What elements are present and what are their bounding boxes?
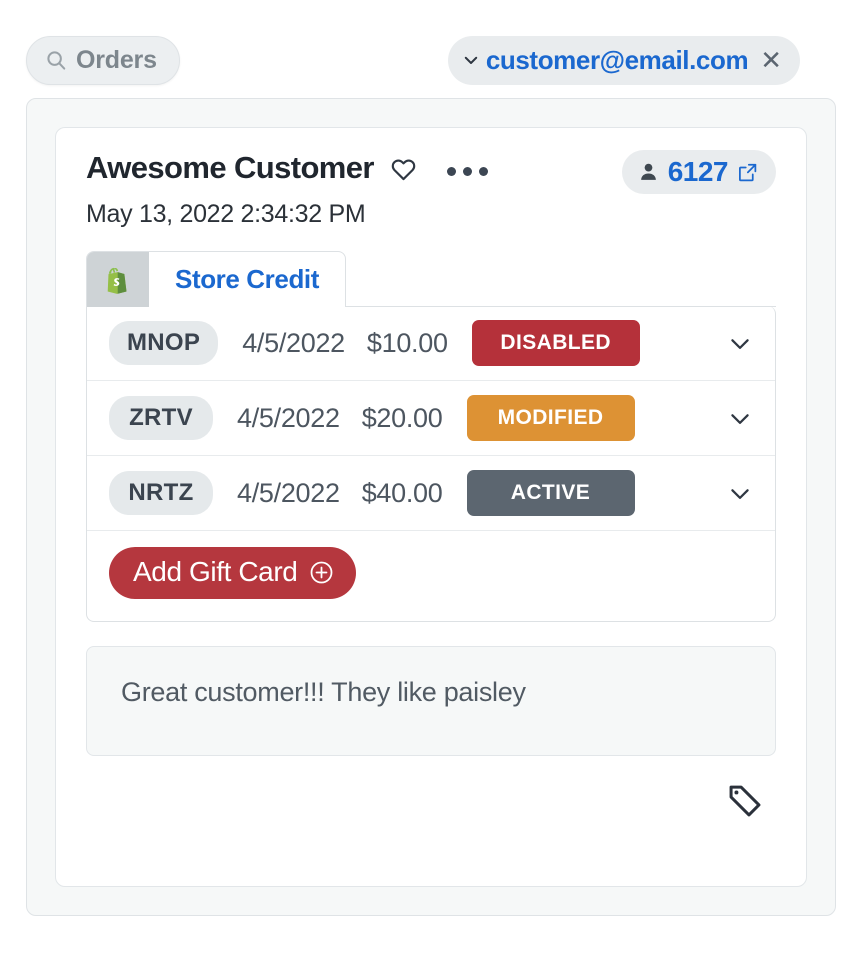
chevron-down-icon[interactable] — [462, 51, 480, 69]
chevron-down-icon[interactable] — [727, 330, 753, 356]
add-gift-card-button[interactable]: Add Gift Card — [109, 547, 357, 599]
status-badge: MODIFIED — [466, 395, 635, 441]
chevron-down-icon[interactable] — [727, 405, 753, 431]
status-badge: ACTIVE — [466, 470, 635, 516]
customer-id-chip[interactable]: 6127 — [621, 150, 776, 194]
tag-icon[interactable] — [726, 782, 764, 820]
shopify-icon — [105, 265, 132, 295]
gift-card-amount: $40.00 — [361, 477, 443, 508]
gift-card-code: MNOP — [109, 321, 219, 365]
table-row[interactable]: MNOP 4/5/2022 $10.00 DISABLED — [87, 306, 775, 381]
tabstrip-filler — [346, 251, 776, 307]
gift-card-date: 4/5/2022 — [237, 477, 340, 508]
close-icon[interactable]: ✕ — [760, 47, 782, 73]
tab-store-credit[interactable]: Store Credit — [86, 251, 347, 307]
gift-card-amount: $10.00 — [366, 327, 448, 358]
table-row[interactable]: NRTZ 4/5/2022 $40.00 ACTIVE — [87, 456, 775, 531]
card-footer — [86, 756, 776, 820]
chevron-down-icon[interactable] — [727, 480, 753, 506]
ellipsis-icon[interactable] — [446, 167, 488, 176]
customer-panel: Awesome Customer 6127 May 13, 2022 2:34:… — [26, 98, 836, 916]
heart-icon[interactable] — [390, 156, 417, 183]
gift-card-date: 4/5/2022 — [237, 402, 340, 433]
external-link-icon[interactable] — [737, 162, 758, 183]
gift-card-date: 4/5/2022 — [242, 327, 345, 358]
store-credit-panel: MNOP 4/5/2022 $10.00 DISABLED ZRTV 4/5/2… — [86, 306, 776, 622]
add-gift-card-label: Add Gift Card — [133, 556, 298, 587]
top-bar: Orders customer@email.com ✕ — [0, 0, 862, 88]
gift-card-code: NRTZ — [109, 471, 213, 515]
plus-circle-icon — [309, 560, 334, 585]
customer-email-chip[interactable]: customer@email.com ✕ — [447, 35, 800, 85]
person-icon — [638, 160, 659, 184]
gift-card-amount: $20.00 — [361, 402, 443, 433]
customer-note-box[interactable]: Great customer!!! They like paisley — [86, 646, 776, 756]
customer-note-text: Great customer!!! They like paisley — [121, 677, 526, 707]
customer-card: Awesome Customer 6127 May 13, 2022 2:34:… — [55, 127, 807, 887]
orders-search-label: Orders — [76, 45, 157, 74]
status-badge: DISABLED — [471, 320, 640, 366]
tab-icon-container — [87, 252, 149, 307]
customer-email-label: customer@email.com — [485, 44, 749, 75]
customer-card-header: Awesome Customer 6127 — [86, 150, 776, 194]
customer-id-label: 6127 — [667, 156, 729, 187]
orders-search-pill[interactable]: Orders — [26, 35, 180, 85]
table-row[interactable]: ZRTV 4/5/2022 $20.00 MODIFIED — [87, 381, 775, 456]
tab-store-credit-label: Store Credit — [175, 264, 320, 294]
customer-name: Awesome Customer — [86, 150, 374, 185]
gift-card-code: ZRTV — [109, 396, 213, 440]
search-icon — [45, 49, 67, 71]
tabstrip: Store Credit — [86, 251, 776, 307]
tabs-section: Store Credit MNOP 4/5/2022 $10.00 DISABL… — [86, 251, 776, 622]
customer-timestamp: May 13, 2022 2:34:32 PM — [86, 200, 366, 228]
